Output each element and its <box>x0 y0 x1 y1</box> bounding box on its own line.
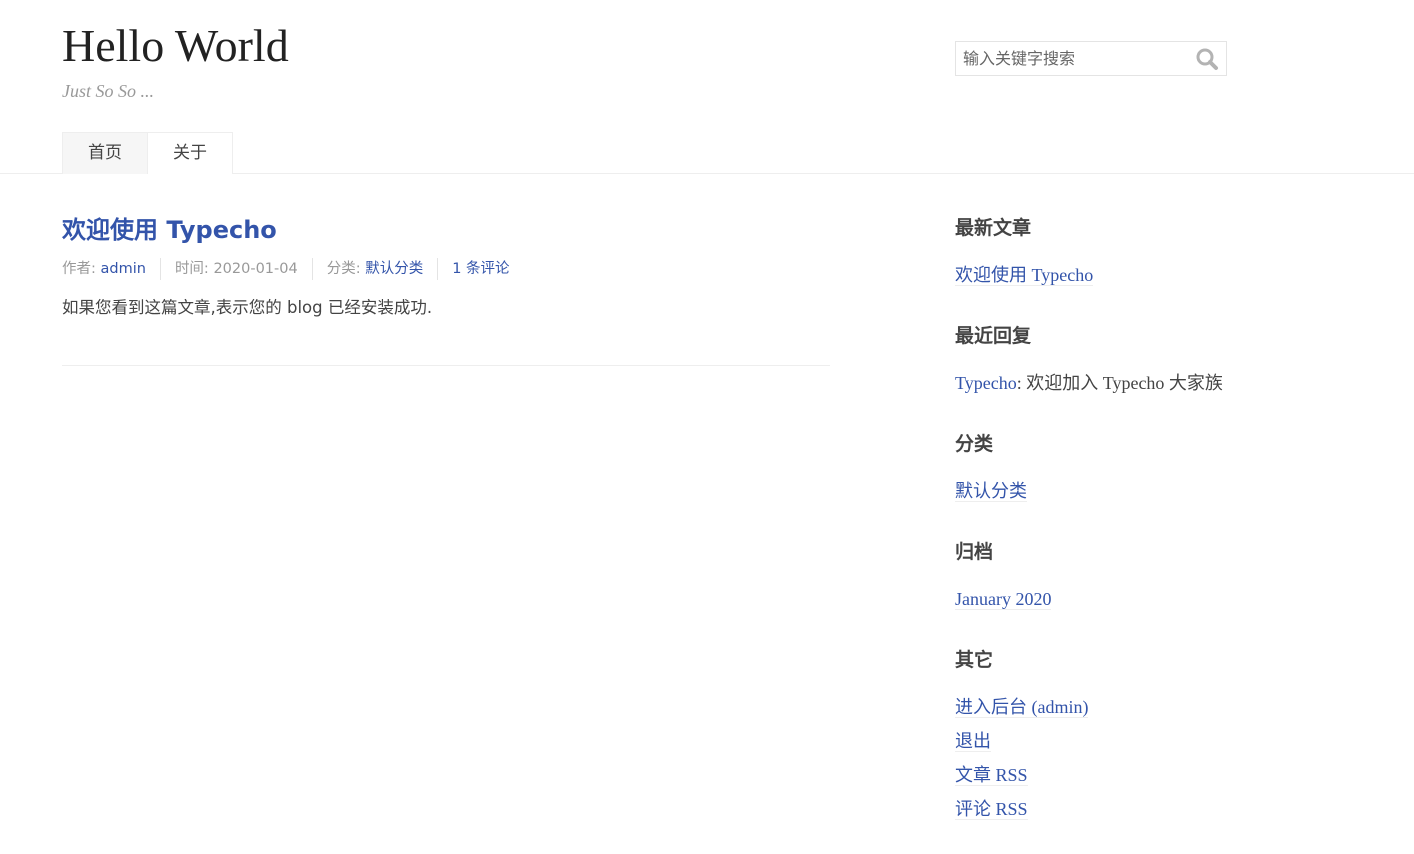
recent-posts-list: 欢迎使用 Typecho <box>955 258 1255 292</box>
post-category: 分类: 默认分类 <box>311 258 438 280</box>
comment-text: : 欢迎加入 Typecho 大家族 <box>1016 373 1223 393</box>
widget-title: 其它 <box>955 649 994 671</box>
post-comments: 1 条评论 <box>437 258 523 280</box>
comments-rss-link[interactable]: 评论 RSS <box>955 799 1028 820</box>
author-label: 作者: <box>62 261 101 277</box>
list-item: 评论 RSS <box>955 792 1255 826</box>
category-label: 分类: <box>326 261 366 277</box>
widget-title: 最新文章 <box>955 217 1032 239</box>
archive-link[interactable]: January 2020 <box>955 589 1052 610</box>
comment-author-link[interactable]: Typecho <box>955 373 1017 393</box>
post-author: 作者: admin <box>62 258 160 280</box>
time-label: 时间: <box>174 261 214 277</box>
list-item: 进入后台 (admin) <box>955 690 1255 724</box>
category-link[interactable]: 默认分类 <box>365 261 423 277</box>
search-input[interactable] <box>956 42 1186 75</box>
categories-list: 默认分类 <box>955 474 1255 508</box>
widget-recent-posts: 最新文章 欢迎使用 Typecho <box>955 212 1255 292</box>
widget-recent-comments: 最近回复 Typecho: 欢迎加入 Typecho 大家族 <box>955 320 1255 400</box>
widget-title: 分类 <box>955 433 994 455</box>
post-content: 如果您看到这篇文章,表示您的 blog 已经安装成功. <box>62 298 433 317</box>
category-item-link[interactable]: 默认分类 <box>955 481 1027 502</box>
archives-list: January 2020 <box>955 582 1255 616</box>
list-item: January 2020 <box>955 582 1255 616</box>
search-button[interactable] <box>1194 46 1220 72</box>
logout-link[interactable]: 退出 <box>955 731 991 752</box>
search-icon <box>1196 48 1218 70</box>
comments-link[interactable]: 1 条评论 <box>452 261 509 277</box>
widget-title: 最近回复 <box>955 325 1032 347</box>
widget-categories: 分类 默认分类 <box>955 428 1255 508</box>
post-time: 时间: 2020-01-04 <box>159 258 312 280</box>
post-divider <box>62 365 830 366</box>
search-form <box>955 41 1227 76</box>
widget-title: 归档 <box>955 541 994 563</box>
author-link[interactable]: admin <box>101 261 146 277</box>
post: 欢迎使用 Typecho 作者: admin 时间: 2020-01-04 分类… <box>62 212 830 366</box>
time-value: 2020-01-04 <box>213 261 298 277</box>
widget-misc: 其它 进入后台 (admin) 退出 文章 RSS 评论 RSS <box>955 644 1255 826</box>
nav-item-home[interactable]: 首页 <box>62 132 148 174</box>
list-item: 默认分类 <box>955 474 1255 508</box>
recent-comments-list: Typecho: 欢迎加入 Typecho 大家族 <box>955 366 1255 400</box>
nav-item-about[interactable]: 关于 <box>148 132 233 174</box>
recent-post-link[interactable]: 欢迎使用 Typecho <box>955 265 1094 286</box>
misc-list: 进入后台 (admin) 退出 文章 RSS 评论 RSS <box>955 690 1255 826</box>
post-list: 欢迎使用 Typecho 作者: admin 时间: 2020-01-04 分类… <box>62 212 830 366</box>
list-item: 文章 RSS <box>955 758 1255 792</box>
site-header: Hello World Just So So ... 首页 关于 <box>0 0 1414 174</box>
list-item: 欢迎使用 Typecho <box>955 258 1255 292</box>
post-meta: 作者: admin 时间: 2020-01-04 分类: 默认分类 1 条评论 <box>62 258 830 280</box>
post-title[interactable]: 欢迎使用 Typecho <box>62 216 277 244</box>
list-item: 退出 <box>955 724 1255 758</box>
posts-rss-link[interactable]: 文章 RSS <box>955 765 1028 786</box>
list-item: Typecho: 欢迎加入 Typecho 大家族 <box>955 366 1255 400</box>
site-description: Just So So ... <box>62 81 154 101</box>
site-title[interactable]: Hello World <box>62 18 289 74</box>
admin-link[interactable]: 进入后台 (admin) <box>955 697 1089 718</box>
sidebar: 最新文章 欢迎使用 Typecho 最近回复 Typecho: 欢迎加入 Typ… <box>955 212 1255 854</box>
main-nav: 首页 关于 <box>62 132 233 174</box>
widget-archives: 归档 January 2020 <box>955 536 1255 616</box>
